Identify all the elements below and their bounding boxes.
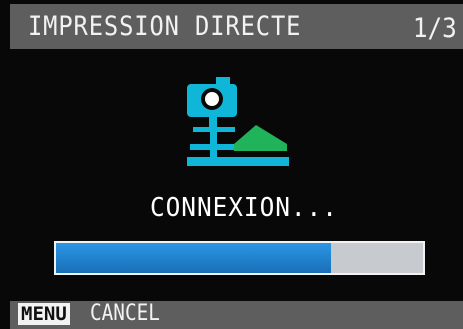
connection-progress-bar (54, 241, 425, 275)
page-indicator: 1/3 (413, 13, 457, 44)
camera-lcd-screen: IMPRESSION DIRECTE 1/3 CONNEXION... MENU… (0, 0, 463, 329)
cancel-label: CANCEL (90, 301, 160, 326)
connection-status-text: CONNEXION... (150, 193, 338, 223)
page-title: IMPRESSION DIRECTE (28, 11, 302, 42)
menu-button-label[interactable]: MENU (18, 303, 70, 325)
camera-printer-connection-icon (186, 75, 292, 169)
header-bar: IMPRESSION DIRECTE 1/3 (10, 4, 463, 49)
footer-bar: MENU CANCEL (10, 301, 463, 329)
progress-fill (56, 243, 332, 273)
